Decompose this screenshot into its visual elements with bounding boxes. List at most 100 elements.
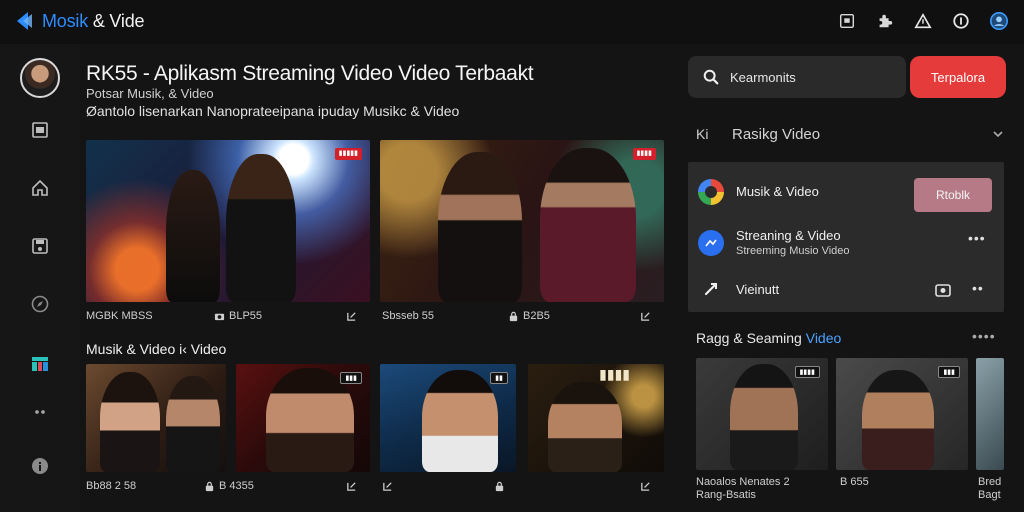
- video-caption-line: Naoalos Nenates 2: [696, 476, 790, 488]
- more-dots-icon[interactable]: [28, 400, 52, 424]
- video-meta-views-label: BLP55: [229, 310, 263, 322]
- window-icon[interactable]: [836, 10, 858, 32]
- person-figure: [100, 372, 160, 472]
- library-icon[interactable]: [28, 118, 52, 142]
- page-description: Øantolo lisenarkan Nanoprateeipana ipuda…: [86, 103, 460, 119]
- more-dots-icon[interactable]: ••: [972, 280, 984, 296]
- search-button[interactable]: Terpalora: [910, 56, 1006, 98]
- list-item-title: Streaning & Video: [736, 228, 841, 243]
- lock-icon: [509, 311, 518, 321]
- video-thumbnail[interactable]: ▮▮: [380, 364, 516, 472]
- color-wheel-icon: [698, 179, 724, 205]
- filter-label: Rasikg Video: [732, 125, 821, 143]
- list-item[interactable]: Musik & Video Rtoblk: [688, 162, 1004, 224]
- video-meta-views: B 4355: [204, 478, 254, 494]
- lock-icon: [495, 481, 504, 491]
- person-figure: [730, 364, 798, 470]
- badge: ▮▮▮▮▮: [334, 148, 362, 160]
- search-box[interactable]: [688, 56, 906, 98]
- camera-icon: [214, 313, 225, 320]
- image-icon[interactable]: [934, 281, 952, 299]
- more-dots-icon[interactable]: ••••: [972, 328, 996, 344]
- video-caption: Naoalos Nenates 2 Rang-Bsatis: [696, 476, 790, 502]
- person-figure: [862, 370, 934, 470]
- singer-figure: [438, 152, 522, 302]
- video-caption: Bb88 2 58: [86, 478, 136, 494]
- badge: ▮▮▮: [340, 372, 362, 384]
- list-item[interactable]: Streaning & Video Streeming Musio Video …: [688, 224, 1004, 270]
- filter-dropdown[interactable]: Ki Rasikg Video: [696, 122, 1006, 146]
- list-item[interactable]: Vieinutt ••: [688, 270, 1004, 312]
- play-logo-icon: [17, 12, 32, 30]
- channel-panel: Musik & Video Rtoblk Streaning & Video S…: [688, 162, 1004, 312]
- stream-icon: [698, 230, 724, 256]
- puzzle-icon[interactable]: [874, 10, 896, 32]
- circle-badge-icon[interactable]: [950, 10, 972, 32]
- video-meta-action[interactable]: [346, 478, 361, 494]
- badge: ▮▮▮▮: [599, 368, 630, 383]
- right-section-title: Ragg & Seaming Video: [696, 330, 842, 346]
- filter-prefix: Ki: [696, 126, 709, 142]
- video-thumbnail[interactable]: ▮▮▮: [236, 364, 370, 472]
- brand[interactable]: Mosik & Vide: [12, 8, 145, 34]
- info-icon[interactable]: [28, 454, 52, 478]
- page-subtitle: Potsar Musik, & Video: [86, 86, 214, 101]
- person-figure: [422, 370, 498, 472]
- home-icon[interactable]: [28, 176, 52, 200]
- video-meta-views: B 655: [840, 476, 869, 489]
- search-icon: [703, 69, 719, 85]
- video-meta-label: Sbsseb 55: [382, 310, 434, 322]
- video-thumbnail[interactable]: ▮▮▮▮: [528, 364, 664, 472]
- page-title: RK55 - Aplikasm Streaming Video Video Te…: [86, 62, 534, 85]
- more-dots-icon[interactable]: •••: [968, 230, 986, 246]
- link-icon: [698, 276, 724, 302]
- person-figure: [166, 376, 220, 472]
- video-thumbnail[interactable]: [86, 364, 226, 472]
- performer-figure: [226, 154, 296, 302]
- share-icon: [383, 481, 392, 491]
- video-caption-line: Bagt: [978, 489, 1001, 501]
- video-meta: MGBK MBSS: [86, 308, 153, 324]
- badge: ▮▮▮▮: [794, 366, 820, 378]
- avatar[interactable]: [20, 58, 60, 98]
- lock-icon: [205, 481, 214, 491]
- list-item-title: Vieinutt: [736, 282, 780, 297]
- share-icon: [347, 481, 356, 491]
- person-figure: [548, 382, 622, 472]
- sidebar: [0, 44, 80, 512]
- video-meta-action[interactable]: [382, 478, 397, 494]
- charts-icon[interactable]: [28, 352, 52, 376]
- alert-icon[interactable]: [912, 10, 934, 32]
- badge: ▮▮: [490, 372, 508, 384]
- share-icon: [641, 311, 650, 321]
- badge: ▮▮▮: [938, 366, 960, 378]
- video-meta: Sbsseb 55: [382, 308, 434, 324]
- featured-video-thumbnail[interactable]: ▮▮▮▮▮: [86, 140, 370, 302]
- video-meta-action[interactable]: [640, 308, 655, 324]
- video-meta-views: BLP55: [214, 308, 262, 324]
- video-meta-action[interactable]: [346, 308, 361, 324]
- video-caption-line: Bred: [978, 476, 1002, 488]
- section-title: Musik & Video i‹ Video: [86, 341, 227, 357]
- video-thumbnail[interactable]: ▮▮▮: [836, 358, 968, 470]
- list-item-subtitle: Streeming Musio Video: [736, 245, 850, 257]
- video-meta-views-label: B2B5: [523, 310, 550, 322]
- video-caption: Bred Bagt: [978, 476, 1001, 502]
- video-meta-views: B2B5: [508, 308, 550, 324]
- list-item-title: Musik & Video: [736, 184, 819, 199]
- video-meta-views-label: B 655: [840, 476, 869, 488]
- account-circle-icon[interactable]: [988, 10, 1010, 32]
- save-icon[interactable]: [28, 234, 52, 258]
- video-meta-views: [494, 478, 509, 494]
- video-thumbnail[interactable]: [976, 358, 1004, 470]
- explore-icon[interactable]: [28, 292, 52, 316]
- video-meta-views-label: B 4355: [219, 480, 254, 492]
- badge: ▮▮▮▮: [632, 148, 656, 160]
- search-input[interactable]: [730, 69, 880, 85]
- subscribe-button[interactable]: Rtoblk: [914, 178, 992, 212]
- top-bar: Mosik & Vide: [0, 0, 1024, 44]
- video-meta-action[interactable]: [640, 478, 655, 494]
- featured-video-thumbnail[interactable]: ▮▮▮▮: [380, 140, 664, 302]
- video-thumbnail[interactable]: ▮▮▮▮: [696, 358, 828, 470]
- video-caption-line: Rang-Bsatis: [696, 489, 756, 501]
